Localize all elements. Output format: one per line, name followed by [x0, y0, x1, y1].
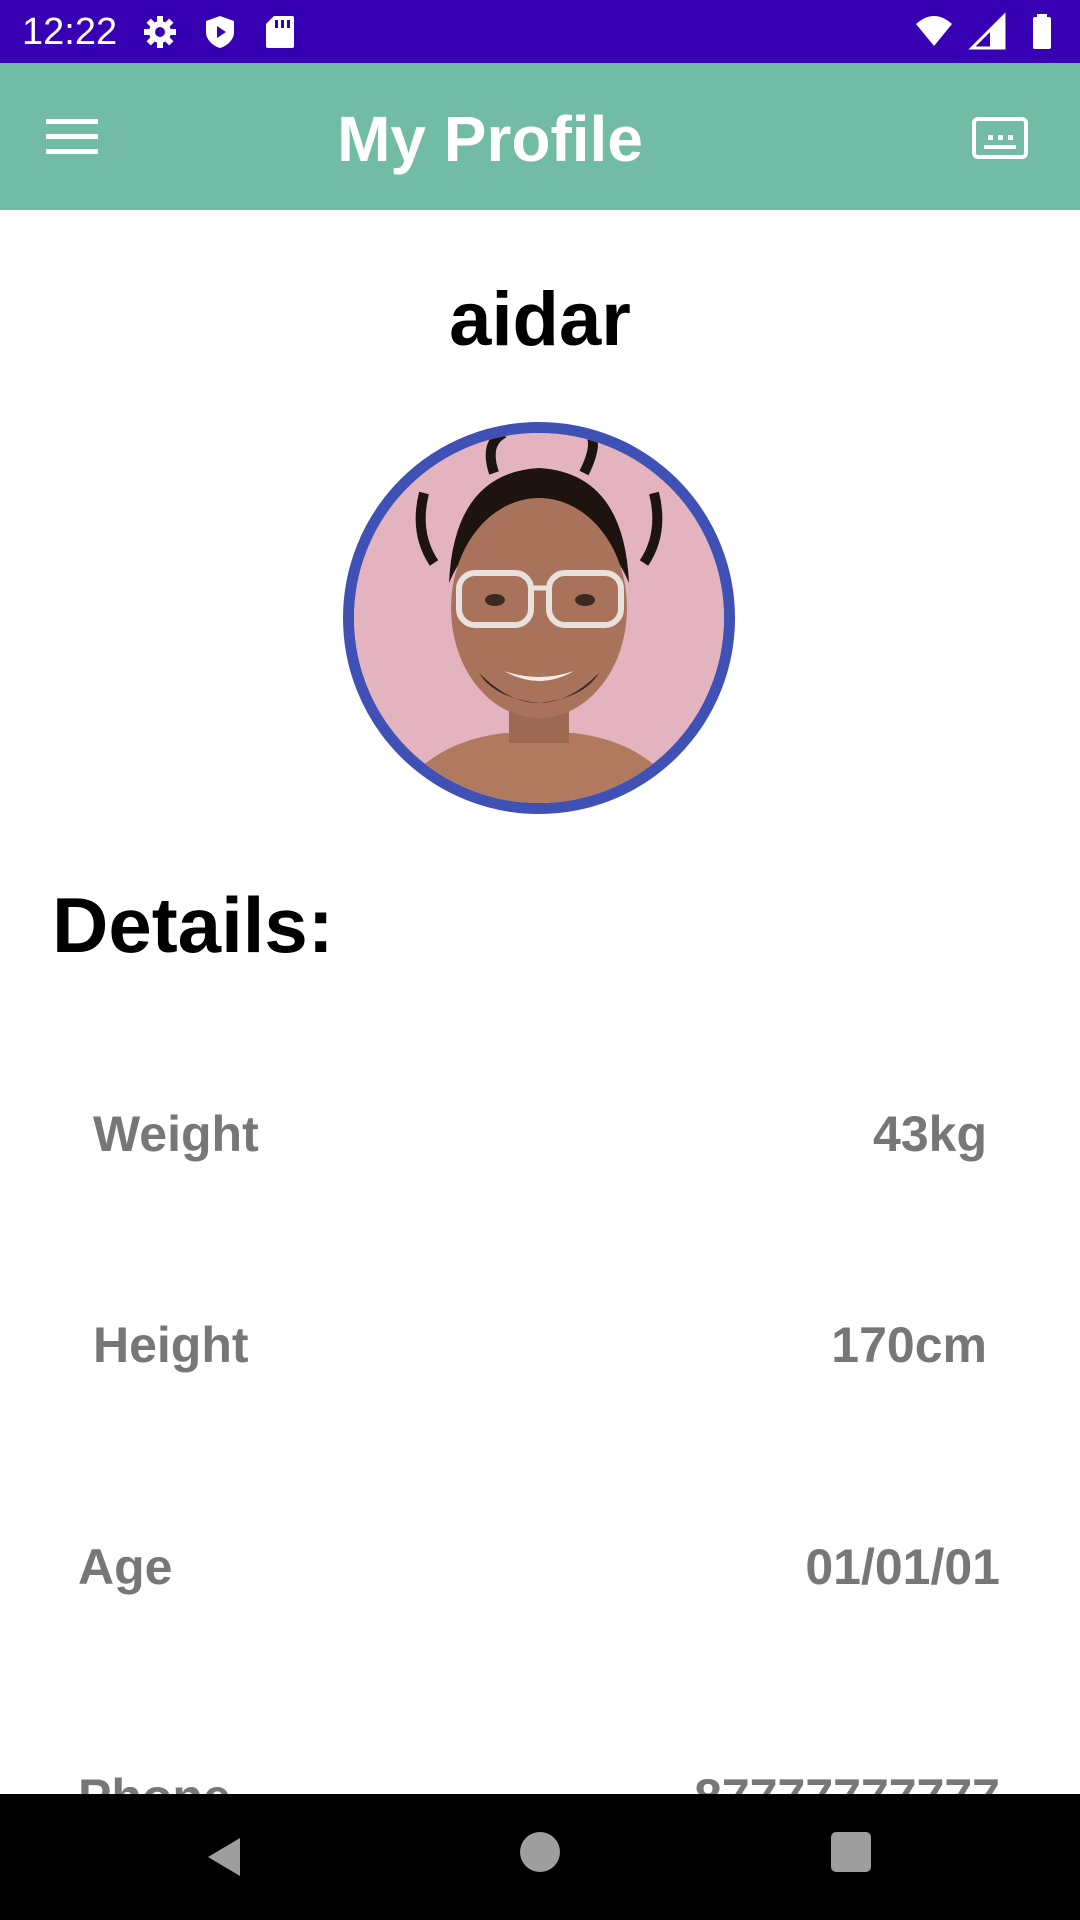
detail-label: Age	[78, 1539, 173, 1595]
detail-value: 170cm	[831, 1317, 987, 1373]
username: aidar	[449, 277, 631, 362]
keyboard-button[interactable]	[970, 113, 1030, 163]
profile-photo	[354, 433, 724, 803]
recents-button[interactable]	[831, 1832, 871, 1872]
detail-row-height: Height 170cm	[0, 1310, 1080, 1380]
app-bar: My Profile	[0, 63, 1080, 210]
home-button[interactable]	[520, 1832, 560, 1872]
detail-value: 01/01/01	[805, 1539, 1000, 1595]
details-heading: Details:	[52, 881, 334, 969]
battery-icon	[1022, 12, 1062, 52]
shield-play-icon	[200, 12, 240, 52]
wifi-icon	[914, 12, 954, 52]
sd-card-icon	[260, 12, 300, 52]
settings-icon	[140, 12, 180, 52]
cell-signal-icon	[968, 12, 1008, 52]
status-icons-right	[914, 12, 1062, 52]
detail-label: Weight	[93, 1106, 259, 1162]
status-bar: 12:22	[0, 0, 1080, 63]
keyboard-icon	[972, 117, 1028, 159]
detail-row-weight: Weight 43kg	[0, 1099, 1080, 1169]
back-icon	[208, 1838, 240, 1876]
detail-label: Height	[93, 1317, 249, 1373]
status-time: 12:22	[22, 11, 118, 53]
nav-bar	[0, 1794, 1080, 1920]
detail-row-age: Age 01/01/01	[0, 1532, 1080, 1602]
avatar	[343, 422, 735, 814]
back-button[interactable]	[200, 1832, 250, 1882]
page-title: My Profile	[337, 103, 643, 175]
detail-value: 43kg	[873, 1106, 987, 1162]
status-icons-left	[140, 12, 300, 52]
